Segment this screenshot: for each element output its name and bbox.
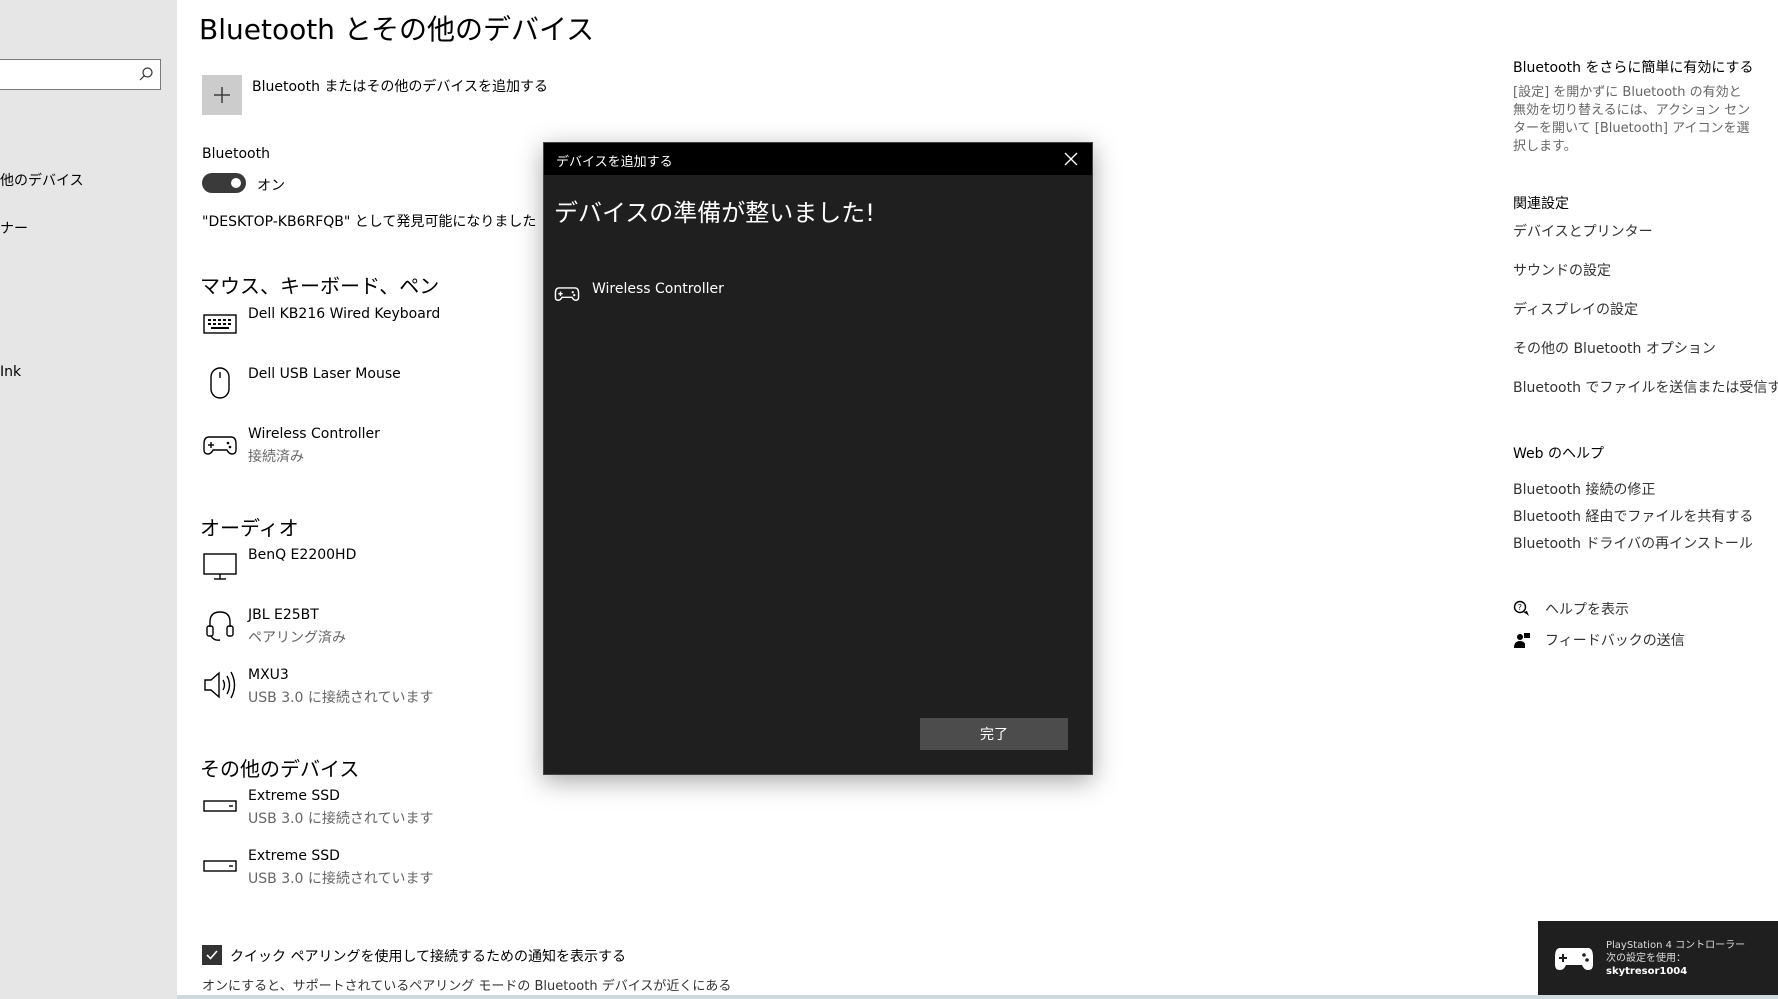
section-heading-other: その他のデバイス (200, 757, 360, 781)
link-share-files[interactable]: Bluetooth 経由でファイルを共有する (1513, 506, 1753, 526)
drive-icon (203, 800, 237, 812)
device-name: BenQ E2200HD (248, 547, 357, 563)
search-input[interactable] (0, 59, 161, 90)
device-item[interactable]: Dell KB216 Wired Keyboard (202, 306, 602, 362)
easy-enable-description: [設定] を開かずに Bluetooth の有効と無効を切り替えるには、アクショ… (1513, 85, 1751, 154)
scroll-edge (177, 995, 1778, 999)
plus-icon (214, 87, 230, 103)
link-more-bluetooth-options[interactable]: その他の Bluetooth オプション (1513, 338, 1716, 358)
dialog-title-bar: デバイスを追加する (544, 143, 1092, 175)
device-name: JBL E25BT (248, 607, 319, 623)
device-status: 接続済み (248, 449, 304, 465)
toast-line-3: skytresor1004 (1606, 966, 1688, 977)
sidebar-item-pen-ink[interactable]: Ink (0, 364, 21, 380)
dialog-title: デバイスを追加する (556, 155, 673, 170)
swift-pair-label[interactable]: クイック ペアリングを使用して接続するための通知を表示する (230, 946, 626, 966)
device-item[interactable]: Wireless Controller 接続済み (202, 426, 602, 482)
help-chat-icon: ? (1513, 600, 1529, 616)
link-reinstall-driver[interactable]: Bluetooth ドライバの再インストール (1513, 533, 1753, 553)
search-icon (139, 67, 153, 81)
gamepad-icon (554, 287, 580, 301)
device-status: USB 3.0 に接続されています (248, 811, 434, 827)
web-help-heading: Web のヘルプ (1513, 446, 1604, 462)
easy-enable-heading: Bluetooth をさらに簡単に有効にする (1513, 60, 1754, 76)
gamepad-icon (1555, 948, 1593, 970)
done-button[interactable]: 完了 (920, 718, 1068, 750)
get-help-label: ヘルプを表示 (1545, 602, 1629, 618)
checkmark-icon (206, 950, 218, 960)
device-item[interactable]: Dell USB Laser Mouse (202, 366, 602, 422)
toast-line-2: 次の設定を使用： (1606, 953, 1686, 964)
feedback-icon (1514, 633, 1530, 648)
add-device-dialog: デバイスを追加する デバイスの準備が整いました! Wireless Contro… (543, 142, 1093, 775)
notification-toast[interactable]: PlayStation 4 コントローラー 次の設定を使用： skytresor… (1538, 921, 1778, 999)
bluetooth-toggle[interactable] (202, 173, 246, 193)
toast-line-1: PlayStation 4 コントローラー (1606, 940, 1746, 951)
keyboard-icon (203, 314, 237, 334)
svg-text:?: ? (1518, 603, 1522, 612)
add-device-label[interactable]: Bluetooth またはその他のデバイスを追加する (252, 76, 548, 96)
device-name: Wireless Controller (248, 426, 380, 442)
related-settings-heading: 関連設定 (1513, 196, 1569, 212)
sidebar-item-other-devices[interactable]: 他のデバイス (0, 170, 84, 190)
device-status: USB 3.0 に接続されています (248, 871, 434, 887)
device-status: USB 3.0 に接続されています (248, 690, 434, 706)
monitor-icon (203, 553, 237, 580)
device-item[interactable]: BenQ E2200HD (202, 547, 602, 603)
device-name: Dell KB216 Wired Keyboard (248, 306, 441, 322)
link-devices-printers[interactable]: デバイスとプリンター (1513, 221, 1653, 241)
toggle-state-text: オン (257, 178, 285, 194)
mouse-icon (210, 367, 230, 399)
dialog-device-name: Wireless Controller (592, 281, 724, 297)
send-feedback-link[interactable]: フィードバックの送信 (1513, 630, 1685, 650)
discoverable-text: "DESKTOP-KB6RFQB" として発見可能になりました (202, 214, 537, 230)
link-sound-settings[interactable]: サウンドの設定 (1513, 260, 1611, 280)
section-heading-audio: オーディオ (200, 516, 299, 540)
add-device-button[interactable] (202, 75, 242, 115)
section-heading-input: マウス、キーボード、ペン (200, 274, 440, 298)
device-name: MXU3 (248, 667, 289, 683)
device-name: Extreme SSD (248, 848, 340, 864)
swift-pair-checkbox[interactable] (202, 945, 222, 965)
link-fix-bluetooth[interactable]: Bluetooth 接続の修正 (1513, 479, 1655, 499)
device-item[interactable]: Extreme SSD USB 3.0 に接続されています (202, 788, 602, 844)
device-item[interactable]: JBL E25BT ペアリング済み (202, 607, 602, 663)
send-feedback-label: フィードバックの送信 (1545, 633, 1685, 649)
toggle-knob (231, 178, 241, 188)
speaker-icon (204, 671, 236, 699)
device-item[interactable]: Extreme SSD USB 3.0 に接続されています (202, 848, 602, 904)
dialog-heading: デバイスの準備が整いました! (554, 199, 875, 227)
device-item[interactable]: MXU3 USB 3.0 に接続されています (202, 667, 602, 723)
sidebar-item-printers[interactable]: ナー (0, 218, 28, 238)
page-title: Bluetooth とその他のデバイス (199, 13, 595, 46)
link-send-receive-files[interactable]: Bluetooth でファイルを送信または受信する (1513, 377, 1778, 397)
link-display-settings[interactable]: ディスプレイの設定 (1513, 299, 1638, 319)
sidebar: 他のデバイス ナー Ink (0, 0, 177, 999)
bluetooth-label: Bluetooth (202, 146, 270, 162)
device-status: ペアリング済み (248, 630, 346, 646)
swift-pair-description: オンにすると、サポートされているペアリング モードの Bluetooth デバイ… (202, 979, 732, 994)
toast-text: PlayStation 4 コントローラー 次の設定を使用： skytresor… (1606, 939, 1745, 978)
gamepad-icon (203, 436, 237, 455)
close-icon[interactable] (1064, 152, 1078, 166)
headset-icon (206, 611, 234, 641)
device-name: Extreme SSD (248, 788, 340, 804)
drive-icon (203, 860, 237, 872)
get-help-link[interactable]: ? ヘルプを表示 (1513, 599, 1629, 619)
device-name: Dell USB Laser Mouse (248, 366, 401, 382)
